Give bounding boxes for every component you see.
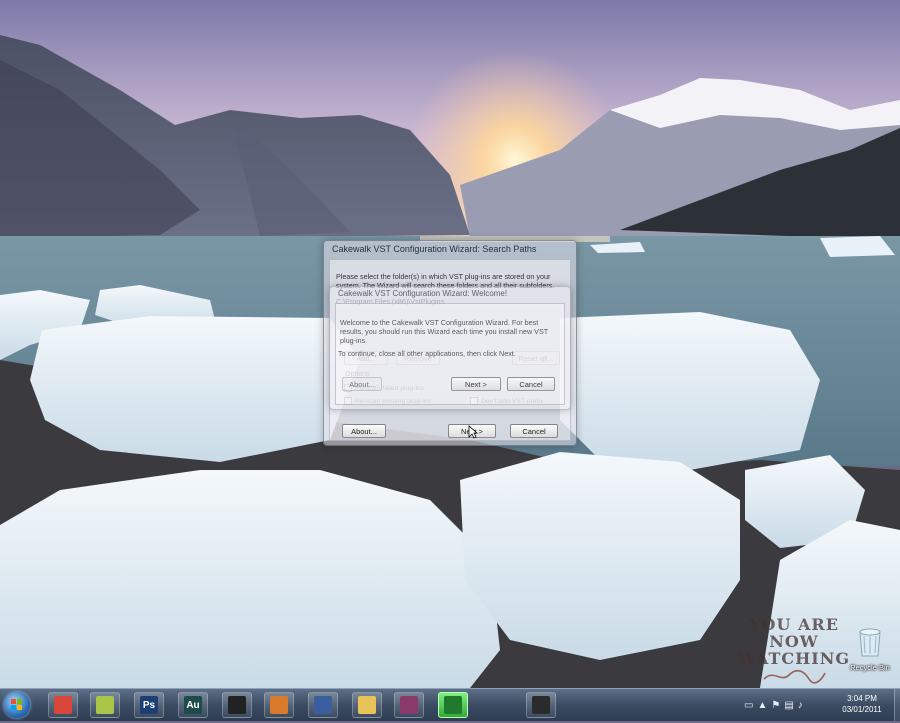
notepad-icon (96, 696, 114, 714)
continue-text: To continue, close all other application… (338, 349, 516, 358)
camtasia-icon (444, 696, 462, 714)
taskbar-button[interactable] (90, 692, 120, 718)
taskbar-button[interactable]: Au (178, 692, 208, 718)
taskbar-button[interactable] (394, 692, 424, 718)
taskbar-button[interactable] (438, 692, 468, 718)
terminal-icon (228, 696, 246, 714)
winrar-icon (400, 696, 418, 714)
network-icon[interactable]: ▤ (784, 700, 793, 711)
flag-icon[interactable]: ⚑ (771, 700, 780, 711)
recycle-bin-icon (859, 628, 881, 657)
dialog-title: Cakewalk VST Configuration Wizard: Welco… (338, 289, 508, 298)
show-hidden-icons-icon[interactable]: ▲ (757, 700, 767, 711)
keyboard-icon[interactable]: ▭ (744, 700, 753, 711)
watermark-line1: YOU ARE NOW (749, 615, 839, 651)
taskbar-button[interactable] (352, 692, 382, 718)
taskbar-button[interactable]: Ps (134, 692, 164, 718)
signature-logo (763, 669, 826, 684)
recycle-app-icon (314, 696, 332, 714)
watermark-signature (724, 667, 864, 688)
clock-date: 03/01/2011 (842, 705, 882, 714)
notification-area: ▭ ▲ ⚑ ▤ ♪ (744, 693, 803, 717)
welcome-text: Welcome to the Cakewalk VST Configuratio… (340, 318, 548, 345)
clock[interactable]: 3:04 PM 03/01/2011 (832, 693, 892, 715)
volume-icon[interactable]: ♪ (798, 700, 803, 711)
taskbar-button[interactable] (264, 692, 294, 718)
start-button[interactable] (4, 692, 30, 718)
taskbar-button[interactable] (222, 692, 252, 718)
cancel-button[interactable]: Cancel (507, 377, 555, 391)
watermark-line2: WATCHING (737, 649, 850, 668)
next-button[interactable]: Next > (451, 377, 501, 391)
recycle-bin-label: Recycle Bin (850, 663, 890, 672)
taskbar: Ps Au ▭ ▲ ⚑ ▤ ♪ 3:04 PM 03/01/2011 (0, 688, 900, 721)
taskbar-button[interactable] (308, 692, 338, 718)
watermark: YOU ARE NOW WATCHING (724, 616, 864, 688)
taskbar-button[interactable] (48, 692, 78, 718)
show-desktop-button[interactable] (894, 689, 900, 721)
mouse-cursor-icon (468, 425, 478, 439)
cancel-button[interactable]: Cancel (510, 424, 558, 438)
clock-time: 3:04 PM (847, 694, 877, 703)
dialog-title: Cakewalk VST Configuration Wizard: Searc… (332, 244, 537, 254)
wizard-welcome-dialog: Cakewalk VST Configuration Wizard: Welco… (329, 286, 571, 410)
audition-icon: Au (184, 696, 202, 714)
chrome-icon (54, 696, 72, 714)
sonar-icon (270, 696, 288, 714)
folder-icon (358, 696, 376, 714)
taskbar-button[interactable] (526, 692, 556, 718)
recycle-bin[interactable]: Recycle Bin (846, 626, 894, 672)
windows-logo-icon (11, 699, 22, 710)
about-button[interactable]: About... (342, 377, 382, 391)
about-button[interactable]: About... (342, 424, 386, 438)
app-icon (532, 696, 550, 714)
photoshop-icon: Ps (140, 696, 158, 714)
